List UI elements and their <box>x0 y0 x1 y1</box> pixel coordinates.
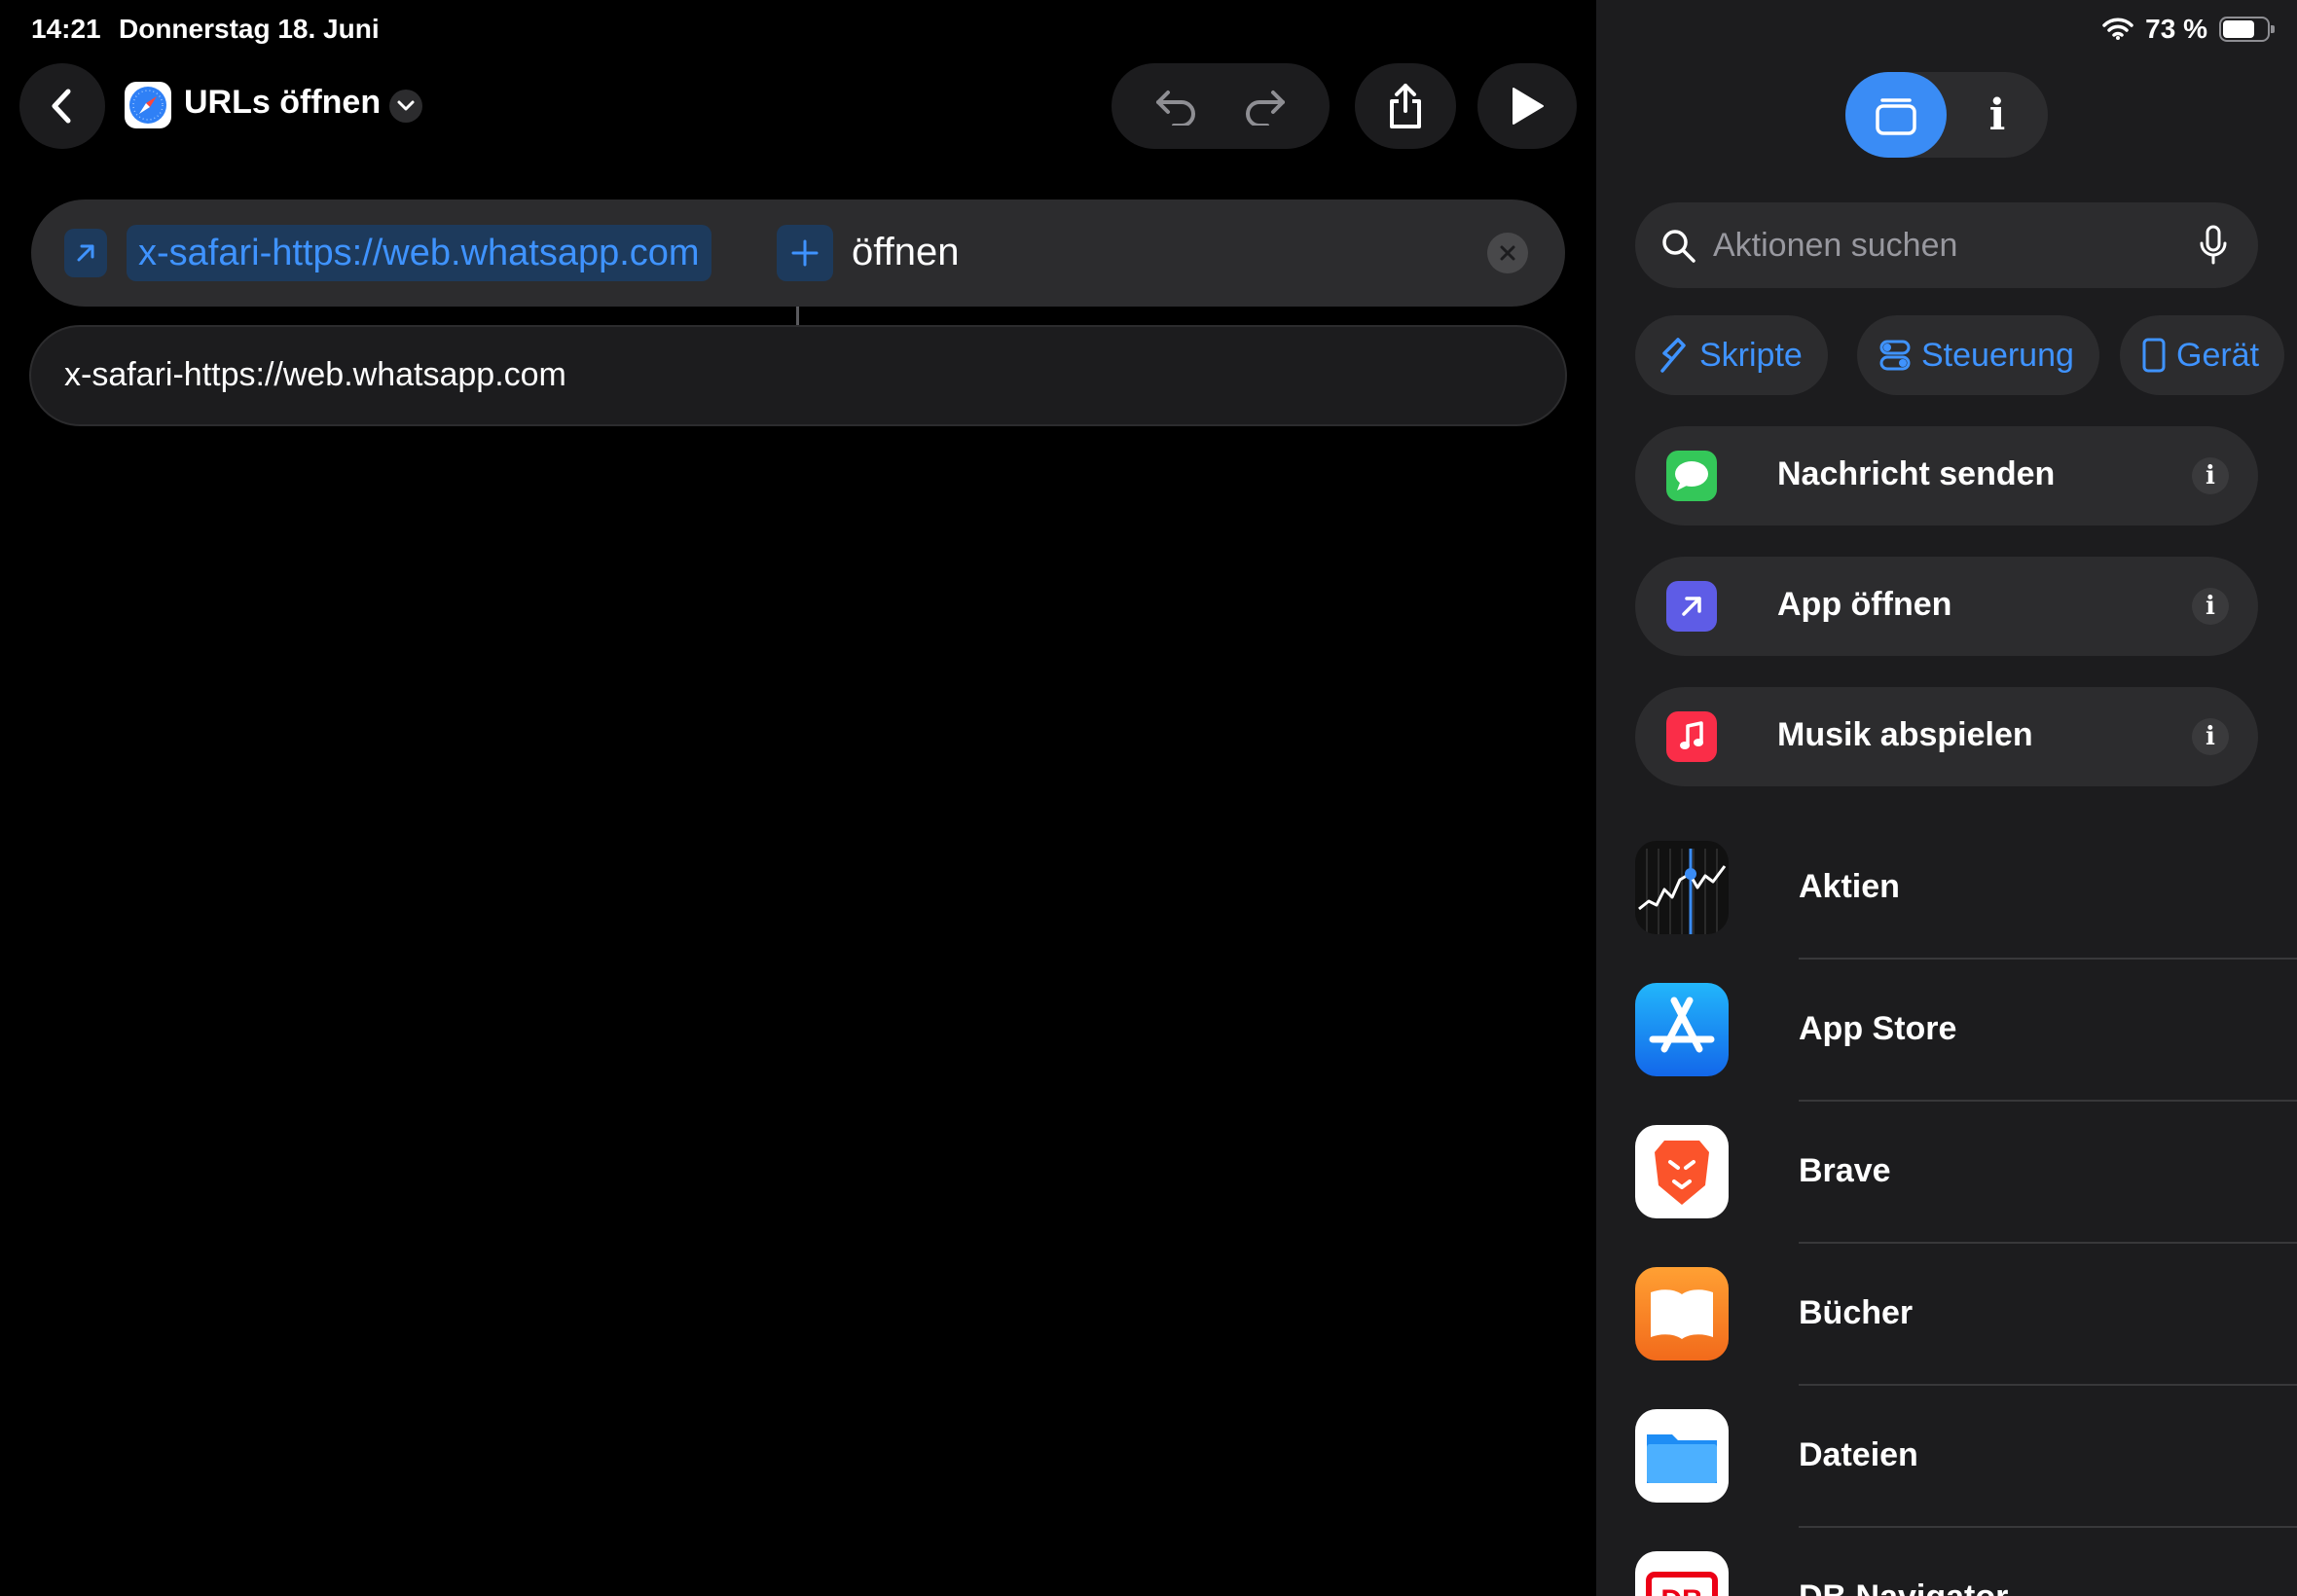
chevron-down-icon <box>397 100 415 111</box>
remove-action-button[interactable] <box>1487 233 1528 273</box>
action-verb: öffnen <box>852 231 960 273</box>
undo-redo-group <box>1112 63 1330 149</box>
library-icon <box>1876 98 1916 135</box>
scripts-icon <box>1660 338 1686 373</box>
back-button[interactable] <box>19 63 105 149</box>
app-row-stocks[interactable]: Aktien <box>1635 817 2297 960</box>
svg-text:DB: DB <box>1660 1584 1702 1596</box>
wifi-icon <box>2102 18 2133 40</box>
status-indicators: 73 % <box>2102 14 2275 45</box>
play-icon <box>1513 88 1544 125</box>
files-icon <box>1635 1409 1729 1503</box>
title-menu-button[interactable] <box>389 90 422 123</box>
editor-pane: 14:21 Donnerstag 18. Juni URLs öffnen x-… <box>0 0 1596 1596</box>
search-input[interactable] <box>1713 216 2180 274</box>
info-button[interactable]: i <box>2192 588 2229 625</box>
app-label: App Store <box>1799 1010 1957 1047</box>
open-app-icon <box>64 229 107 277</box>
action-search-bar[interactable] <box>1635 202 2258 288</box>
sidebar-segmented-control: i <box>1845 72 2048 158</box>
suggestion-label: App öffnen <box>1777 586 1952 623</box>
open-app-icon <box>1666 581 1717 632</box>
info-button[interactable]: i <box>2192 718 2229 755</box>
share-button[interactable] <box>1355 63 1456 149</box>
url-input-field[interactable]: x-safari-https://web.whatsapp.com <box>29 325 1567 426</box>
ipad-icon <box>2142 338 2166 373</box>
app-store-icon <box>1635 983 1729 1076</box>
music-icon <box>1666 711 1717 762</box>
stocks-icon <box>1635 841 1729 934</box>
suggestion-play-music[interactable]: Musik abspielen i <box>1635 687 2258 786</box>
connector-line <box>796 307 799 326</box>
suggestion-send-message[interactable]: Nachricht senden i <box>1635 426 2258 526</box>
battery-level <box>2223 20 2255 38</box>
brave-icon <box>1635 1125 1729 1218</box>
status-time: 14:21 <box>31 14 101 44</box>
db-navigator-icon: DB <box>1635 1551 1729 1596</box>
status-date: Donnerstag 18. Juni <box>119 14 380 44</box>
category-chip-device[interactable]: Gerät <box>2120 315 2285 395</box>
url-token[interactable]: x-safari-https://web.whatsapp.com <box>127 225 711 281</box>
app-label: Dateien <box>1799 1436 1918 1473</box>
add-parameter-button[interactable] <box>777 225 833 281</box>
url-field-value: x-safari-https://web.whatsapp.com <box>64 356 566 393</box>
run-button[interactable] <box>1477 63 1577 149</box>
share-icon <box>1390 84 1421 128</box>
suggestion-open-app[interactable]: App öffnen i <box>1635 557 2258 656</box>
toggles-icon <box>1879 340 1911 371</box>
suggestion-label: Musik abspielen <box>1777 716 2033 753</box>
app-row-files[interactable]: Dateien <box>1635 1386 2297 1528</box>
category-chip-label: Steuerung <box>1921 336 2074 374</box>
tab-details[interactable]: i <box>1947 72 2048 158</box>
info-icon: i <box>2206 722 2215 751</box>
info-icon: i <box>2206 592 2215 621</box>
shortcut-title[interactable]: URLs öffnen <box>184 84 381 122</box>
plus-icon <box>791 239 819 267</box>
messages-icon <box>1666 451 1717 501</box>
info-icon: i <box>2206 461 2215 490</box>
category-chip-control[interactable]: Steuerung <box>1857 315 2099 395</box>
redo-icon[interactable] <box>1242 87 1289 126</box>
suggestion-label: Nachricht senden <box>1777 455 2056 492</box>
close-icon <box>1500 245 1515 261</box>
chevron-left-icon <box>52 89 71 124</box>
info-icon: i <box>1988 90 2006 140</box>
open-urls-action[interactable]: x-safari-https://web.whatsapp.com öffnen <box>31 200 1565 307</box>
microphone-icon[interactable] <box>2198 224 2229 267</box>
search-icon <box>1662 230 1695 263</box>
category-chip-label: Gerät <box>2176 336 2260 374</box>
app-label: Brave <box>1799 1152 1891 1189</box>
info-button[interactable]: i <box>2192 457 2229 494</box>
app-row-app-store[interactable]: App Store <box>1635 960 2297 1102</box>
undo-icon[interactable] <box>1152 87 1199 126</box>
app-label: DB Navigator <box>1799 1578 2008 1596</box>
app-label: Aktien <box>1799 868 1900 905</box>
tab-library[interactable] <box>1845 72 1947 158</box>
battery-icon <box>2219 17 2275 42</box>
category-chip-label: Skripte <box>1699 336 1803 374</box>
app-row-db-navigator[interactable]: DB DB Navigator <box>1635 1528 2297 1596</box>
app-row-books[interactable]: Bücher <box>1635 1244 2297 1386</box>
category-chip-scripts[interactable]: Skripte <box>1635 315 1828 395</box>
app-row-brave[interactable]: Brave <box>1635 1102 2297 1244</box>
actions-sidebar: 73 % i Skripte Steuerung Gerät Nachricht… <box>1596 0 2297 1596</box>
battery-percent: 73 % <box>2145 14 2207 44</box>
safari-compass-icon <box>125 82 171 128</box>
app-label: Bücher <box>1799 1294 1914 1331</box>
books-icon <box>1635 1267 1729 1360</box>
